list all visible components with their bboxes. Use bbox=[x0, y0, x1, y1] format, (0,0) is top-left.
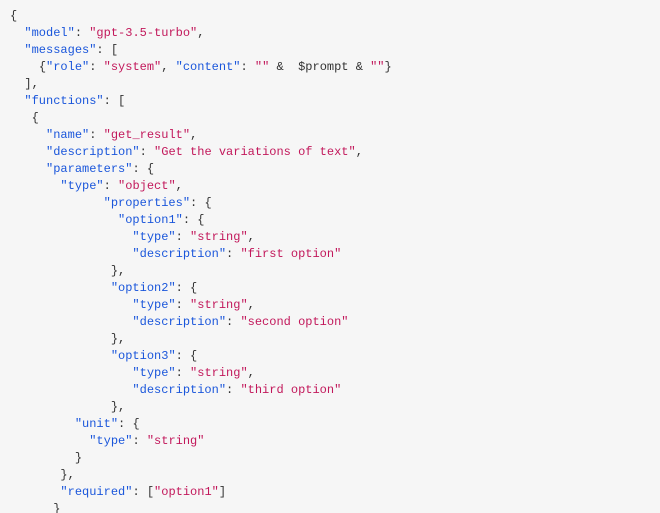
comma: , bbox=[248, 366, 255, 380]
val-model: "gpt-3.5-turbo" bbox=[89, 26, 197, 40]
val-type-string: "string" bbox=[147, 434, 205, 448]
key-parameters: "parameters" bbox=[46, 162, 132, 176]
brace: } bbox=[111, 332, 118, 346]
brace: { bbox=[190, 349, 197, 363]
comma: , bbox=[190, 128, 197, 142]
comma: , bbox=[118, 400, 125, 414]
colon: : bbox=[132, 162, 139, 176]
comma: , bbox=[118, 264, 125, 278]
colon: : bbox=[132, 485, 139, 499]
brace: { bbox=[147, 162, 154, 176]
amp: & bbox=[269, 60, 291, 74]
brace: } bbox=[53, 502, 60, 513]
comma: , bbox=[356, 145, 363, 159]
colon: : bbox=[89, 128, 96, 142]
amp: & bbox=[356, 60, 370, 74]
colon: : bbox=[226, 247, 233, 261]
val-type-string: "string" bbox=[190, 298, 248, 312]
val-desc1: "first option" bbox=[240, 247, 341, 261]
key-role: "role" bbox=[46, 60, 89, 74]
bracket: [ bbox=[147, 485, 154, 499]
key-type: "type" bbox=[132, 230, 175, 244]
comma: , bbox=[248, 230, 255, 244]
key-description: "description" bbox=[132, 383, 226, 397]
key-model: "model" bbox=[24, 26, 74, 40]
key-option2: "option2" bbox=[111, 281, 176, 295]
colon: : bbox=[190, 196, 197, 210]
comma: , bbox=[32, 77, 39, 91]
val-desc2: "second option" bbox=[240, 315, 348, 329]
comma: , bbox=[248, 298, 255, 312]
brace: { bbox=[204, 196, 211, 210]
colon: : bbox=[104, 179, 111, 193]
colon: : bbox=[176, 366, 183, 380]
val-name: "get_result" bbox=[104, 128, 190, 142]
brace: } bbox=[111, 264, 118, 278]
colon: : bbox=[240, 60, 247, 74]
key-description: "description" bbox=[132, 315, 226, 329]
brace: { bbox=[197, 213, 204, 227]
key-content: "content" bbox=[176, 60, 241, 74]
key-unit: "unit" bbox=[75, 417, 118, 431]
colon: : bbox=[176, 230, 183, 244]
key-type: "type" bbox=[132, 298, 175, 312]
brace: { bbox=[132, 417, 139, 431]
key-option3: "option3" bbox=[111, 349, 176, 363]
brace: { bbox=[190, 281, 197, 295]
colon: : bbox=[89, 60, 96, 74]
colon: : bbox=[176, 349, 183, 363]
colon: : bbox=[104, 94, 111, 108]
key-name: "name" bbox=[46, 128, 89, 142]
val-desc3: "third option" bbox=[240, 383, 341, 397]
brace: } bbox=[60, 468, 67, 482]
val-empty: "" bbox=[370, 60, 384, 74]
val-required: "option1" bbox=[154, 485, 219, 499]
key-properties: "properties" bbox=[104, 196, 190, 210]
comma: , bbox=[197, 26, 204, 40]
colon: : bbox=[176, 281, 183, 295]
val-empty: "" bbox=[255, 60, 269, 74]
brace: } bbox=[111, 400, 118, 414]
colon: : bbox=[75, 26, 82, 40]
bracket: [ bbox=[118, 94, 125, 108]
brace: } bbox=[385, 60, 392, 74]
brace: { bbox=[10, 9, 17, 23]
key-option1: "option1" bbox=[118, 213, 183, 227]
brace: } bbox=[75, 451, 82, 465]
colon: : bbox=[118, 417, 125, 431]
val-role: "system" bbox=[104, 60, 162, 74]
brace: { bbox=[32, 111, 39, 125]
colon: : bbox=[226, 383, 233, 397]
key-type: "type" bbox=[132, 366, 175, 380]
code-block: { "model": "gpt-3.5-turbo", "messages": … bbox=[0, 0, 660, 513]
comma: , bbox=[68, 468, 75, 482]
key-description: "description" bbox=[46, 145, 140, 159]
key-type: "type" bbox=[60, 179, 103, 193]
comma: , bbox=[161, 60, 168, 74]
colon: : bbox=[226, 315, 233, 329]
key-functions: "functions" bbox=[24, 94, 103, 108]
val-description: "Get the variations of text" bbox=[154, 145, 356, 159]
colon: : bbox=[183, 213, 190, 227]
val-type-string: "string" bbox=[190, 230, 248, 244]
bracket: [ bbox=[111, 43, 118, 57]
colon: : bbox=[132, 434, 139, 448]
colon: : bbox=[96, 43, 103, 57]
key-type: "type" bbox=[89, 434, 132, 448]
val-type-string: "string" bbox=[190, 366, 248, 380]
key-description: "description" bbox=[132, 247, 226, 261]
brace: { bbox=[39, 60, 46, 74]
colon: : bbox=[176, 298, 183, 312]
comma: , bbox=[118, 332, 125, 346]
var-prompt: $prompt bbox=[291, 60, 356, 74]
comma: , bbox=[176, 179, 183, 193]
bracket: ] bbox=[219, 485, 226, 499]
val-type-object: "object" bbox=[118, 179, 176, 193]
key-messages: "messages" bbox=[24, 43, 96, 57]
bracket: ] bbox=[24, 77, 31, 91]
key-required: "required" bbox=[60, 485, 132, 499]
colon: : bbox=[140, 145, 147, 159]
